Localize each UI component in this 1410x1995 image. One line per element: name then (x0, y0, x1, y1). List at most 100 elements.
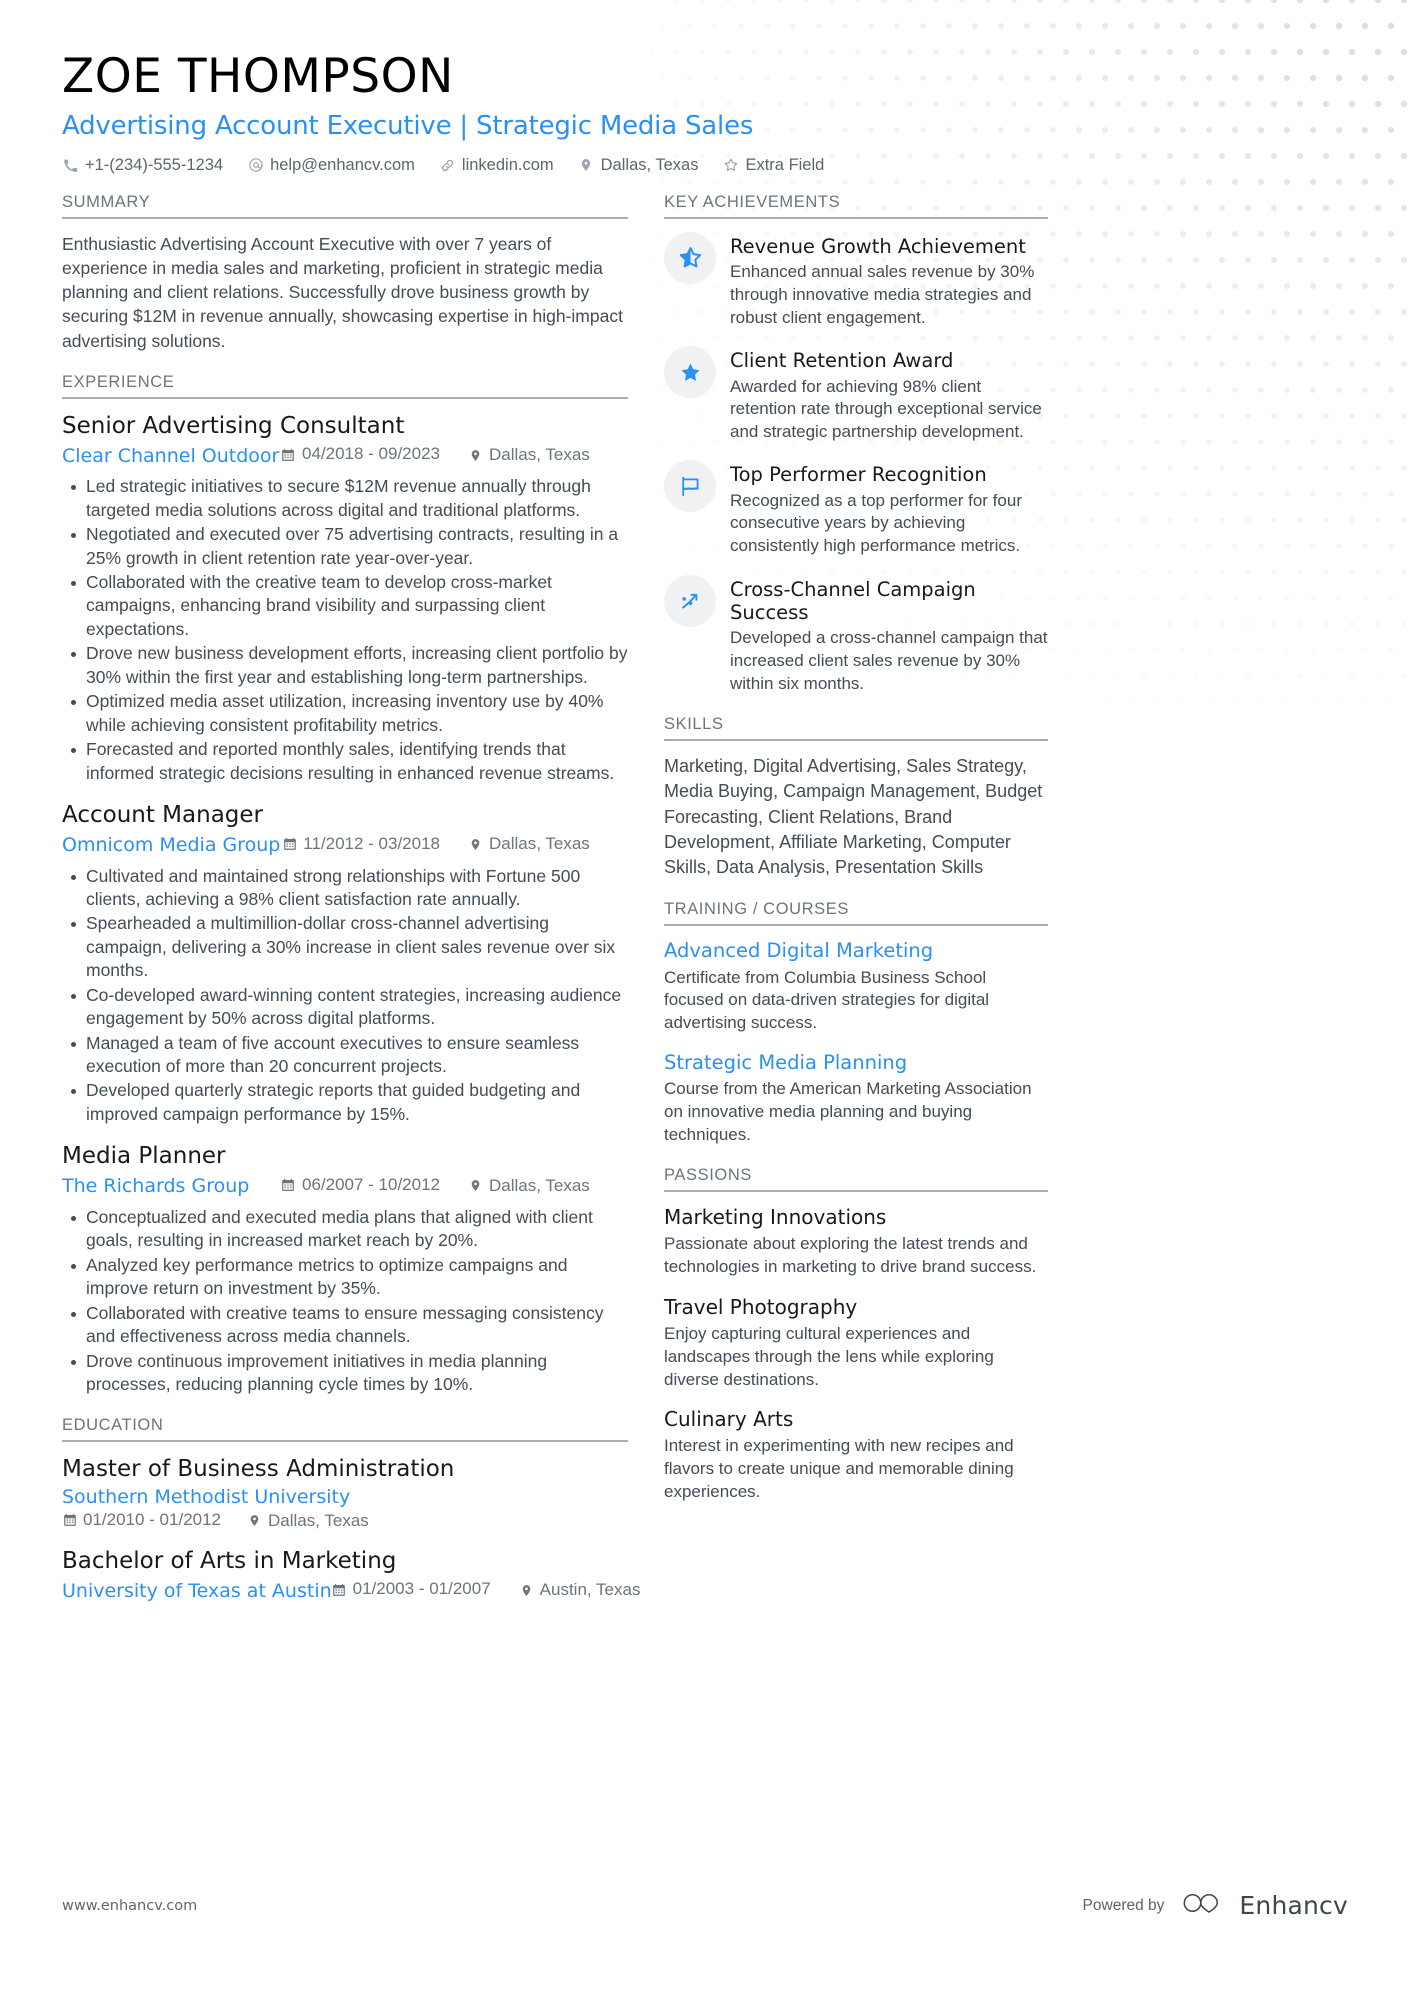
experience-bullet-list: Cultivated and maintained strong relatio… (62, 865, 628, 1127)
achievement-item: Client Retention Award Awarded for achie… (664, 346, 1048, 443)
location-pin-icon (247, 1513, 262, 1528)
achievement-body: Cross-Channel Campaign Success Developed… (730, 575, 1048, 696)
passion-description: Interest in experimenting with new recip… (664, 1436, 1014, 1501)
training-title[interactable]: Strategic Media Planning (664, 1051, 1048, 1075)
education-school[interactable]: Southern Methodist University (62, 1486, 628, 1508)
experience-bullet: Drove new business development efforts, … (71, 642, 628, 689)
experience-bullet: Optimized media asset utilization, incre… (71, 690, 628, 737)
contact-phone[interactable]: +1-(234)-555-1234 (62, 156, 223, 175)
section-education: EDUCATION Master of Business Administrat… (62, 1416, 640, 1606)
education-degree: Master of Business Administration (62, 1456, 455, 1483)
star-outline-icon (722, 157, 739, 174)
footer-website-url[interactable]: www.enhancv.com (62, 1898, 197, 1914)
section-key-achievements: KEY ACHIEVEMENTS Revenue Growth Achievem… (664, 193, 1048, 695)
section-skills: SKILLS Marketing, Digital Advertising, S… (664, 715, 1048, 880)
passion-title: Marketing Innovations (664, 1205, 887, 1230)
education-entry: Master of Business Administration Souther… (62, 1455, 628, 1530)
section-passions: PASSIONS Marketing Innovations Passionate… (664, 1166, 1048, 1503)
footer-branding: Powered by Enhancv (1083, 1890, 1348, 1921)
experience-bullet: Cultivated and maintained strong relatio… (71, 865, 628, 912)
experience-company[interactable]: Clear Channel Outdoor (62, 443, 279, 471)
passion-description: Passionate about exploring the latest tr… (664, 1234, 1037, 1277)
experience-bullet: Collaborated with creative teams to ensu… (71, 1302, 628, 1349)
contact-extra-text: Extra Field (745, 155, 825, 174)
experience-job-title: Senior Advertising Consultant (62, 412, 405, 439)
left-column: SUMMARY Enthusiastic Advertising Account… (62, 193, 640, 1625)
contact-phone-text: +1-(234)-555-1234 (85, 155, 224, 174)
experience-job-title: Account Manager (62, 801, 263, 828)
phone-icon (62, 157, 79, 174)
location-pin-icon (519, 1583, 534, 1598)
education-meta-row: 01/2010 - 01/2012 Dallas, Texas (62, 1510, 628, 1531)
experience-bullet-list: Conceptualized and executed media plans … (62, 1206, 628, 1397)
section-heading-skills: SKILLS (664, 715, 1048, 742)
education-location: Austin, Texas (519, 1578, 679, 1603)
achievement-title: Revenue Growth Achievement (730, 234, 1026, 258)
email-icon (247, 157, 264, 174)
passion-item: Culinary Arts Interest in experimenting w… (664, 1407, 1048, 1503)
education-list: Master of Business Administration Souther… (62, 1455, 640, 1606)
experience-bullet: Managed a team of five account executive… (71, 1032, 628, 1079)
experience-entry: Account Manager Omnicom Media Group 11/20… (62, 801, 628, 1126)
contact-link[interactable]: linkedin.com (439, 156, 554, 175)
contact-extra-field[interactable]: Extra Field (722, 156, 824, 175)
calendar-icon (282, 837, 297, 852)
education-entry: Bachelor of Arts in Marketing University … (62, 1547, 640, 1606)
experience-date-range: 11/2012 - 03/2018 (282, 832, 440, 857)
education-school[interactable]: University of Texas at Austin (62, 1578, 332, 1606)
passion-title: Travel Photography (664, 1295, 858, 1320)
education-date-range: 01/2010 - 01/2012 (62, 1510, 221, 1530)
resume-header: ZOE THOMPSON Advertising Account Executi… (62, 49, 1348, 175)
calendar-icon (281, 1178, 296, 1193)
contact-location-text: Dallas, Texas (600, 155, 699, 174)
star-outline-icon (664, 231, 716, 284)
flag-icon (664, 460, 716, 513)
experience-bullet: Forecasted and reported monthly sales, i… (71, 738, 628, 785)
education-date-range: 01/2003 - 01/2007 (332, 1577, 491, 1602)
enhancv-brand: Enhancv (1182, 1890, 1348, 1921)
enhancv-brand-name: Enhancv (1239, 1891, 1348, 1920)
contact-email-text: help@enhancv.com (270, 155, 415, 174)
training-title[interactable]: Advanced Digital Marketing (664, 939, 1048, 963)
experience-entry: Media Planner The Richards Group 06/2007 … (62, 1142, 628, 1396)
achievement-description: Enhanced annual sales revenue by 30% thr… (730, 262, 1035, 327)
experience-company[interactable]: Omnicom Media Group (62, 832, 280, 860)
skills-text: Marketing, Digital Advertising, Sales St… (664, 756, 1043, 877)
experience-bullet: Conceptualized and executed media plans … (71, 1206, 628, 1253)
star-filled-icon (664, 346, 716, 399)
calendar-icon (281, 447, 296, 462)
right-column: KEY ACHIEVEMENTS Revenue Growth Achievem… (664, 193, 1048, 1524)
section-experience: EXPERIENCE Senior Advertising Consultant… (62, 373, 628, 1397)
experience-bullet: Collaborated with the creative team to d… (71, 571, 628, 641)
achievement-body: Client Retention Award Awarded for achie… (730, 346, 1048, 443)
contact-link-text: linkedin.com (461, 155, 554, 174)
experience-location: Dallas, Texas (468, 443, 628, 468)
location-pin-icon (468, 1178, 483, 1193)
section-heading-summary: SUMMARY (62, 193, 628, 219)
enhancv-logo-icon (1182, 1890, 1228, 1921)
contact-row: +1-(234)-555-1234 help@enhancv.com linke… (62, 156, 1348, 175)
trending-arrow-icon (664, 574, 716, 627)
education-meta-row: University of Texas at Austin 01/2003 - … (62, 1577, 640, 1606)
experience-location: Dallas, Texas (468, 832, 628, 857)
passion-item: Travel Photography Enjoy capturing cultur… (664, 1295, 1048, 1391)
achievement-description: Developed a cross-channel campaign that … (730, 628, 1048, 693)
training-item: Advanced Digital Marketing Certificate fr… (664, 939, 1048, 1035)
contact-location[interactable]: Dallas, Texas (578, 155, 699, 175)
training-description: Course from the American Marketing Assoc… (664, 1079, 1032, 1144)
section-heading-education: EDUCATION (62, 1416, 628, 1443)
contact-email[interactable]: help@enhancv.com (247, 156, 415, 175)
page-title: ZOE THOMPSON (62, 49, 454, 104)
achievement-description: Awarded for achieving 98% client retenti… (730, 376, 1042, 441)
passion-title: Culinary Arts (664, 1407, 794, 1432)
experience-bullet: Developed quarterly strategic reports th… (71, 1079, 628, 1126)
achievement-title: Top Performer Recognition (730, 463, 987, 487)
experience-bullet-list: Led strategic initiatives to secure $12M… (62, 475, 628, 785)
location-pin-icon (578, 157, 595, 174)
achievement-item: Revenue Growth Achievement Enhanced annu… (664, 231, 1048, 329)
experience-company[interactable]: The Richards Group (62, 1173, 249, 1201)
section-heading-training: TRAINING / COURSES (664, 900, 1048, 927)
section-heading-passions: PASSIONS (664, 1166, 1048, 1193)
powered-by-label: Powered by (1082, 1896, 1165, 1914)
achievement-description: Recognized as a top performer for four c… (730, 490, 1022, 555)
